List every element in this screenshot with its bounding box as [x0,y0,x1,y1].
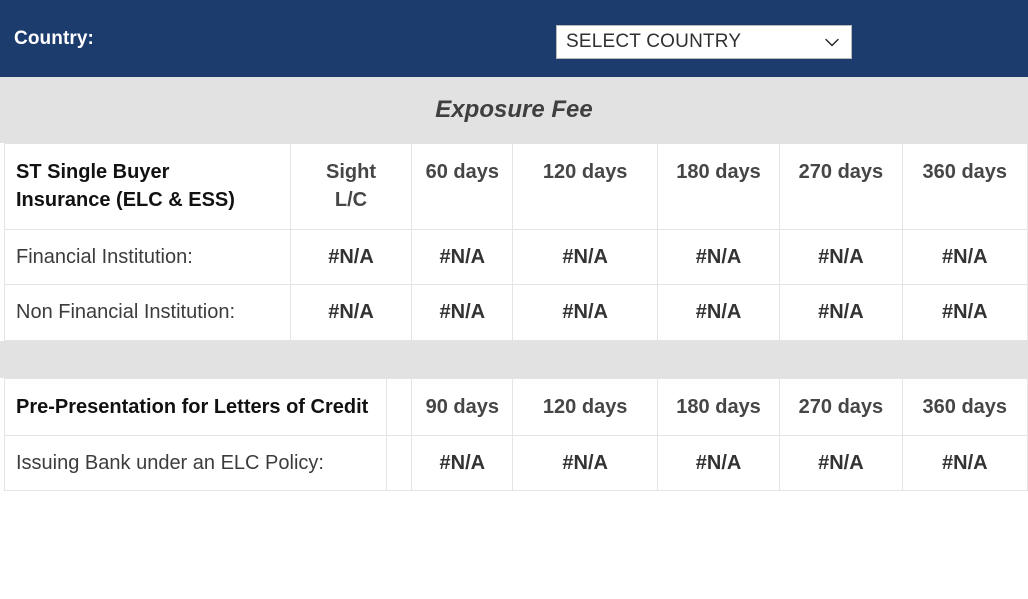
column-header-label: 270 days [798,395,884,418]
value-cell: #N/A [656,434,781,492]
country-header-bar: Country: SELECT COUNTRY [0,0,1028,77]
value-cell: #N/A [411,228,514,286]
value-cell: #N/A [289,284,413,341]
column-header-label: 360 days [922,395,1008,418]
value-text: #N/A [328,245,374,268]
column-header-pre-presentation: Pre-Presentation for Letters of Credit [3,377,388,436]
pre-presentation-table: Pre-Presentation for Letters of Credit 9… [3,377,1028,492]
column-header-label: 120 days [542,395,628,418]
value-cell: #N/A [779,434,903,492]
value-text: #N/A [818,301,864,324]
country-select-wrapper[interactable]: SELECT COUNTRY [556,25,852,59]
table-row: Issuing Bank under an ELC Policy: #N/A #… [3,434,1028,492]
row-label-issuing-bank-elc-policy: Issuing Bank under an ELC Policy: [3,434,388,492]
value-text: #N/A [562,451,608,474]
value-text: #N/A [695,245,742,268]
value-text: #N/A [328,301,374,324]
value-text: #N/A [439,451,486,474]
exposure-fee-title: Exposure Fee [435,96,593,123]
column-header-label: 360 days [922,161,1008,183]
value-text: #N/A [439,245,486,268]
value-cell: #N/A [411,434,514,492]
row-label-text: Financial Institution: [16,245,193,268]
column-header-spacer [386,377,413,436]
column-header-180-days: 180 days [656,377,781,436]
value-text: #N/A [818,245,864,268]
column-header-360-days: 360 days [901,377,1028,436]
column-header-120-days: 120 days [512,377,658,436]
value-text: #N/A [818,451,864,474]
value-cell: #N/A [289,228,413,286]
exposure-fee-band: Exposure Fee [0,77,1028,143]
value-cell: #N/A [512,434,658,492]
value-text: #N/A [695,301,742,324]
value-cell: #N/A [901,228,1028,286]
value-cell: #N/A [779,228,903,286]
value-cell: #N/A [512,284,658,341]
table-header-row: ST Single Buyer Insurance (ELC & ESS) Sig… [4,143,1028,230]
country-label: Country: [14,27,94,49]
header-sight-line-1: Sight [326,161,376,183]
column-header-90-days: 90 days [411,377,514,436]
value-text: #N/A [562,301,608,324]
column-header-360-days: 360 days [901,143,1028,230]
row-label-text: Non Financial Institution: [16,301,236,324]
value-text: #N/A [942,451,988,474]
column-header-label: 270 days [798,161,884,183]
row-label-text: Issuing Bank under an ELC Policy: [16,451,324,474]
section-separator-band [0,340,1028,378]
column-header-sight-lc: Sight L/C [289,143,413,230]
column-header-120-days: 120 days [512,143,658,230]
value-text: #N/A [695,451,742,474]
fee-calculator-page: Country: SELECT COUNTRY Exposure Fee ST … [0,0,1028,599]
header-line-1: ST Single Buyer [16,161,170,183]
column-header-st-single-buyer-insurance: ST Single Buyer Insurance (ELC & ESS) [4,143,291,230]
column-header-label: 180 days [676,161,761,183]
value-text: #N/A [942,245,988,268]
value-text: #N/A [562,245,608,268]
row-label-non-financial-institution: Non Financial Institution: [4,284,291,341]
column-header-270-days: 270 days [779,377,903,436]
spacer-text [387,436,411,462]
table-header-row: Pre-Presentation for Letters of Credit 9… [3,377,1028,436]
value-cell: #N/A [411,284,514,341]
table-row: Non Financial Institution: #N/A #N/A #N/… [4,284,1028,341]
table-row: Financial Institution: #N/A #N/A #N/A #N… [4,228,1028,286]
country-select-value: SELECT COUNTRY [566,31,742,52]
value-cell: #N/A [512,228,658,286]
column-header-270-days: 270 days [779,143,903,230]
value-cell: #N/A [656,228,781,286]
column-header-label: 120 days [542,161,628,183]
exposure-fee-table: ST Single Buyer Insurance (ELC & ESS) Sig… [4,143,1028,341]
value-cell: #N/A [779,284,903,341]
value-cell: #N/A [656,284,781,341]
header-line-2: Insurance (ELC & ESS) [16,189,235,212]
value-text: #N/A [942,301,988,324]
column-header-180-days: 180 days [656,143,781,230]
chevron-down-icon [825,38,839,47]
value-text: #N/A [439,301,486,324]
column-header-label: 60 days [425,161,500,183]
column-header-label: 180 days [676,395,761,418]
column-header-label: 90 days [425,395,500,418]
spacer-cell [386,434,413,492]
column-header-label [387,379,411,407]
row-label-financial-institution: Financial Institution: [4,228,291,286]
column-header-60-days: 60 days [411,143,514,230]
column-header-label: Pre-Presentation for Letters of Credit [16,395,369,418]
value-cell: #N/A [901,284,1028,341]
header-sight-line-2: L/C [334,189,368,212]
country-select[interactable]: SELECT COUNTRY [556,25,852,59]
value-cell: #N/A [901,434,1028,492]
